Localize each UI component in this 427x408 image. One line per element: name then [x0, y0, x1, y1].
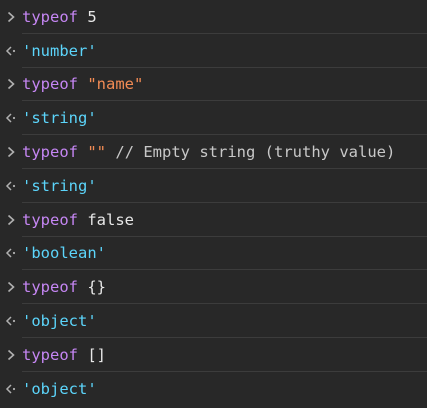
devtools-console: typeof 5 'number' typeof "name" 'string'… — [0, 0, 427, 408]
operand: 5 — [87, 7, 97, 26]
keyword-typeof: typeof — [22, 345, 78, 364]
return-arrow-icon — [0, 372, 22, 406]
keyword-typeof: typeof — [22, 7, 78, 26]
chevron-right-icon — [0, 203, 22, 237]
result-value[interactable]: 'string' — [22, 108, 97, 128]
code-comment: // Empty string (truthy value) — [115, 143, 396, 162]
input-code: typeof "name" — [22, 74, 143, 94]
console-input-row[interactable]: typeof "name" — [0, 68, 427, 102]
return-arrow-icon — [0, 169, 22, 203]
chevron-right-icon — [0, 270, 22, 304]
return-arrow-icon — [0, 34, 22, 68]
input-code: typeof 5 — [22, 7, 97, 27]
console-input-row[interactable]: typeof [] — [0, 338, 427, 372]
result-value[interactable]: 'string' — [22, 176, 97, 196]
result-value[interactable]: 'boolean' — [22, 243, 106, 263]
return-arrow-icon — [0, 101, 22, 135]
console-input-row[interactable]: typeof false — [0, 203, 427, 237]
return-arrow-icon — [0, 304, 22, 338]
keyword-typeof: typeof — [22, 75, 78, 94]
console-result-row: 'string' — [0, 101, 427, 135]
result-value[interactable]: 'number' — [22, 41, 97, 61]
operand: false — [87, 210, 135, 229]
return-arrow-icon — [0, 237, 22, 271]
operand: [] — [87, 345, 107, 364]
operand: "name" — [87, 75, 144, 94]
keyword-typeof: typeof — [22, 143, 78, 162]
input-code: typeof false — [22, 210, 134, 230]
operand: "" — [87, 143, 107, 162]
console-input-row[interactable]: typeof "" // Empty string (truthy value) — [0, 135, 427, 169]
keyword-typeof: typeof — [22, 278, 78, 297]
input-code: typeof "" // Empty string (truthy value) — [22, 142, 395, 162]
chevron-right-icon — [0, 68, 22, 102]
input-code: typeof {} — [22, 277, 106, 297]
console-result-row: 'string' — [0, 169, 427, 203]
console-input-row[interactable]: typeof 5 — [0, 0, 427, 34]
console-result-row: 'boolean' — [0, 237, 427, 271]
input-code: typeof [] — [22, 345, 106, 365]
keyword-typeof: typeof — [22, 210, 78, 229]
console-input-row[interactable]: typeof {} — [0, 270, 427, 304]
console-result-row: 'object' — [0, 372, 427, 406]
console-result-row: 'number' — [0, 34, 427, 68]
operand: {} — [87, 278, 107, 297]
chevron-right-icon — [0, 135, 22, 169]
chevron-right-icon — [0, 0, 22, 34]
chevron-right-icon — [0, 338, 22, 372]
result-value[interactable]: 'object' — [22, 311, 97, 331]
result-value[interactable]: 'object' — [22, 379, 97, 399]
console-result-row: 'object' — [0, 304, 427, 338]
